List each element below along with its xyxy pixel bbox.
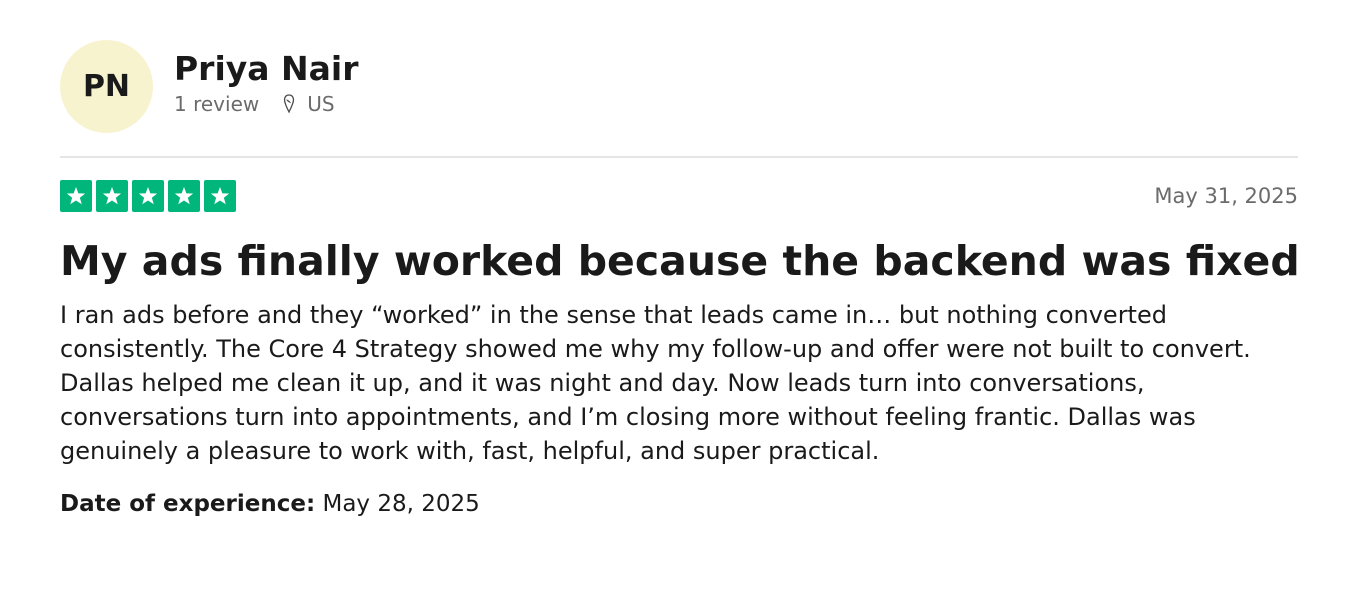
- star-icon: [132, 180, 164, 212]
- divider: [60, 156, 1298, 158]
- star-icon: [96, 180, 128, 212]
- review-card: PN Priya Nair 1 review US May 31, 2025 M…: [60, 40, 1300, 517]
- review-count: 1 review: [174, 91, 260, 116]
- reviewer-location: US: [307, 91, 335, 116]
- rating-row: May 31, 2025: [60, 180, 1298, 212]
- date-of-experience: Date of experience: May 28, 2025: [60, 491, 480, 517]
- experience-label: Date of experience:: [60, 491, 316, 517]
- map-pin-icon: [283, 93, 295, 114]
- star-icon: [168, 180, 200, 212]
- review-title[interactable]: My ads finally worked because the backen…: [60, 236, 1300, 286]
- reviewer-meta: 1 review US: [174, 91, 359, 117]
- reviewer-info: Priya Nair 1 review US: [174, 49, 359, 117]
- experience-date: May 28, 2025: [322, 491, 480, 517]
- star-icon: [60, 180, 92, 212]
- reviewer-name[interactable]: Priya Nair: [174, 49, 359, 89]
- review-date: May 31, 2025: [1154, 184, 1298, 208]
- review-body: I ran ads before and they “worked” in th…: [60, 301, 1251, 465]
- avatar[interactable]: PN: [60, 40, 153, 133]
- reviewer-header: PN Priya Nair 1 review US: [60, 40, 1298, 133]
- star-rating: [60, 180, 1298, 212]
- star-icon: [204, 180, 236, 212]
